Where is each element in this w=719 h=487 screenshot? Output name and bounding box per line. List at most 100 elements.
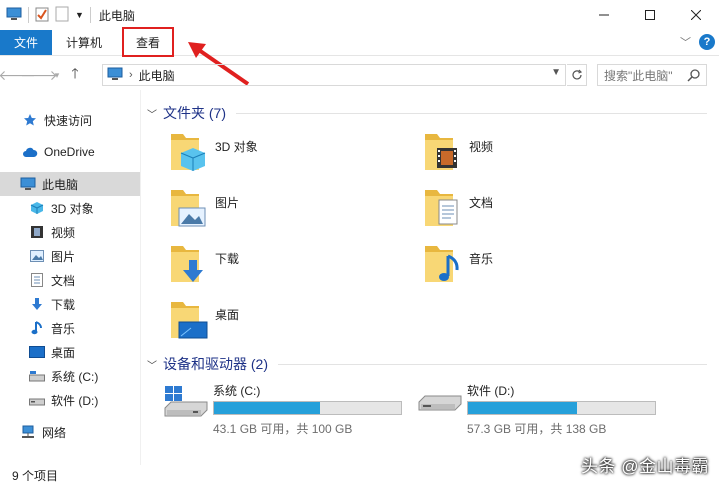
sidebar-item-documents[interactable]: 文档 — [0, 268, 140, 292]
network-icon — [20, 424, 36, 440]
collapse-chevron-icon[interactable]: ﹀ — [147, 357, 157, 372]
sidebar-item-drive-c[interactable]: 系统 (C:) — [0, 364, 140, 388]
tab-file[interactable]: 文件 — [0, 30, 52, 55]
folder-label: 音乐 — [469, 252, 494, 266]
picture-icon — [29, 248, 45, 264]
search-input[interactable]: 搜索"此电脑" — [597, 64, 707, 86]
folder-label: 图片 — [215, 196, 240, 210]
minimize-button[interactable] — [581, 0, 627, 30]
expand-ribbon-icon[interactable]: ﹀ — [680, 34, 691, 50]
drive-item-c[interactable]: 系统 (C:) 43.1 GB 可用，共 100 GB — [163, 382, 402, 437]
up-button[interactable]: 🡑 — [64, 64, 86, 86]
sidebar-item-quick-access[interactable]: 快速访问 — [0, 108, 140, 132]
sidebar-item-label: 图片 — [51, 249, 76, 264]
drive-icon — [29, 392, 45, 408]
desktop-icon — [29, 344, 45, 360]
group-divider — [236, 112, 707, 114]
film-icon — [29, 224, 45, 240]
drive-info: 系统 (C:) 43.1 GB 可用，共 100 GB — [213, 382, 402, 437]
folders-group-header[interactable]: ﹀ 文件夹 (7) — [147, 103, 707, 123]
refresh-button[interactable] — [567, 64, 587, 86]
music-note-icon — [29, 320, 45, 336]
breadcrumb[interactable]: 此电脑 — [139, 67, 175, 84]
help-icon[interactable]: ? — [699, 34, 715, 50]
drive-icon — [417, 382, 463, 422]
sidebar-item-label: 3D 对象 — [51, 201, 94, 216]
folder-item-documents[interactable]: 文档 — [423, 186, 493, 230]
maximize-icon — [645, 10, 655, 20]
properties-icon[interactable] — [35, 6, 49, 25]
drive-info: 软件 (D:) 57.3 GB 可用，共 138 GB — [467, 382, 656, 437]
drive-item-d[interactable]: 软件 (D:) 57.3 GB 可用，共 138 GB — [417, 382, 656, 437]
sidebar-item-music[interactable]: 音乐 — [0, 316, 140, 340]
drives-group-header[interactable]: ﹀ 设备和驱动器 (2) — [147, 354, 707, 374]
folder-label: 3D 对象 — [215, 140, 258, 154]
drive-usage-fill — [214, 402, 321, 414]
folders-group-title: 文件夹 (7) — [163, 105, 226, 121]
drive-label: 软件 (D:) — [467, 384, 515, 398]
folder-item-3d-objects[interactable]: 3D 对象 — [169, 130, 258, 174]
download-arrow-icon — [169, 242, 209, 286]
content-pane: ﹀ 文件夹 (7) 3D 对象 视频 图片 文档 下载 音乐 桌面 ﹀ 设备和驱… — [141, 92, 719, 465]
status-item-count: 9 个项目 — [12, 469, 59, 483]
drive-usage-bar — [213, 401, 402, 415]
picture-icon — [169, 186, 209, 230]
cube-icon — [169, 130, 209, 174]
window-title: 此电脑 — [98, 8, 135, 23]
folder-item-pictures[interactable]: 图片 — [169, 186, 239, 230]
window-controls — [581, 0, 719, 30]
sidebar-item-label: 快速访问 — [44, 113, 93, 128]
drive-icon — [29, 368, 45, 384]
close-button[interactable] — [673, 0, 719, 30]
new-folder-icon[interactable] — [55, 6, 69, 25]
forward-button[interactable]: 🡒 — [20, 64, 58, 86]
computer-icon — [107, 67, 123, 84]
folder-label: 下载 — [215, 252, 240, 266]
watermark: 头条 @金山毒霸 — [581, 457, 709, 476]
sidebar-item-label: 文档 — [51, 273, 76, 288]
sidebar-item-videos[interactable]: 视频 — [0, 220, 140, 244]
toolbar-divider — [28, 7, 29, 23]
sidebar-item-network[interactable]: 网络 — [0, 420, 140, 444]
recent-locations-button[interactable]: ▾ — [50, 64, 64, 86]
sidebar-item-label: 音乐 — [51, 321, 76, 336]
breadcrumb-chevron-icon[interactable]: › — [129, 69, 133, 81]
download-arrow-icon — [29, 296, 45, 312]
sidebar-item-label: 软件 (D:) — [51, 393, 99, 408]
document-icon — [423, 186, 463, 230]
cloud-icon — [22, 144, 38, 160]
desktop-icon — [169, 298, 209, 342]
sidebar-item-label: 桌面 — [51, 345, 76, 360]
sidebar-item-onedrive[interactable]: OneDrive — [0, 140, 140, 164]
sidebar-item-label: 系统 (C:) — [51, 369, 99, 384]
quick-access-toolbar: ▼ — [0, 0, 91, 30]
folder-item-downloads[interactable]: 下载 — [169, 242, 239, 286]
sidebar-item-label: 此电脑 — [42, 177, 79, 192]
folder-item-videos[interactable]: 视频 — [423, 130, 493, 174]
sidebar-item-this-pc[interactable]: 此电脑 — [0, 172, 140, 196]
sidebar-item-3d-objects[interactable]: 3D 对象 — [0, 196, 140, 220]
maximize-button[interactable] — [627, 0, 673, 30]
search-icon — [687, 69, 700, 82]
collapse-chevron-icon[interactable]: ﹀ — [147, 106, 157, 121]
computer-icon[interactable] — [6, 7, 22, 24]
title-bar: ▼ 此电脑 — [0, 0, 719, 30]
address-dropdown-icon[interactable]: ▼ — [551, 67, 561, 78]
drive-label: 系统 (C:) — [213, 384, 261, 398]
sidebar-item-pictures[interactable]: 图片 — [0, 244, 140, 268]
folder-label: 桌面 — [215, 308, 240, 322]
sidebar-item-drive-d[interactable]: 软件 (D:) — [0, 388, 140, 412]
group-divider — [278, 363, 707, 365]
address-bar[interactable]: › 此电脑 ▼ — [102, 64, 566, 86]
tab-computer[interactable]: 计算机 — [52, 30, 116, 55]
tab-view[interactable]: 查看 — [122, 27, 175, 57]
sidebar-item-desktop[interactable]: 桌面 — [0, 340, 140, 364]
cube-icon — [29, 200, 45, 216]
film-icon — [423, 130, 463, 174]
folder-item-desktop[interactable]: 桌面 — [169, 298, 239, 342]
customize-toolbar-icon[interactable]: ▼ — [75, 10, 84, 20]
drive-usage-fill — [468, 402, 578, 414]
navigation-pane: 快速访问 OneDrive 此电脑 3D 对象 视频 图片 文档 下载 音乐 桌… — [0, 100, 140, 465]
folder-item-music[interactable]: 音乐 — [423, 242, 493, 286]
sidebar-item-downloads[interactable]: 下载 — [0, 292, 140, 316]
